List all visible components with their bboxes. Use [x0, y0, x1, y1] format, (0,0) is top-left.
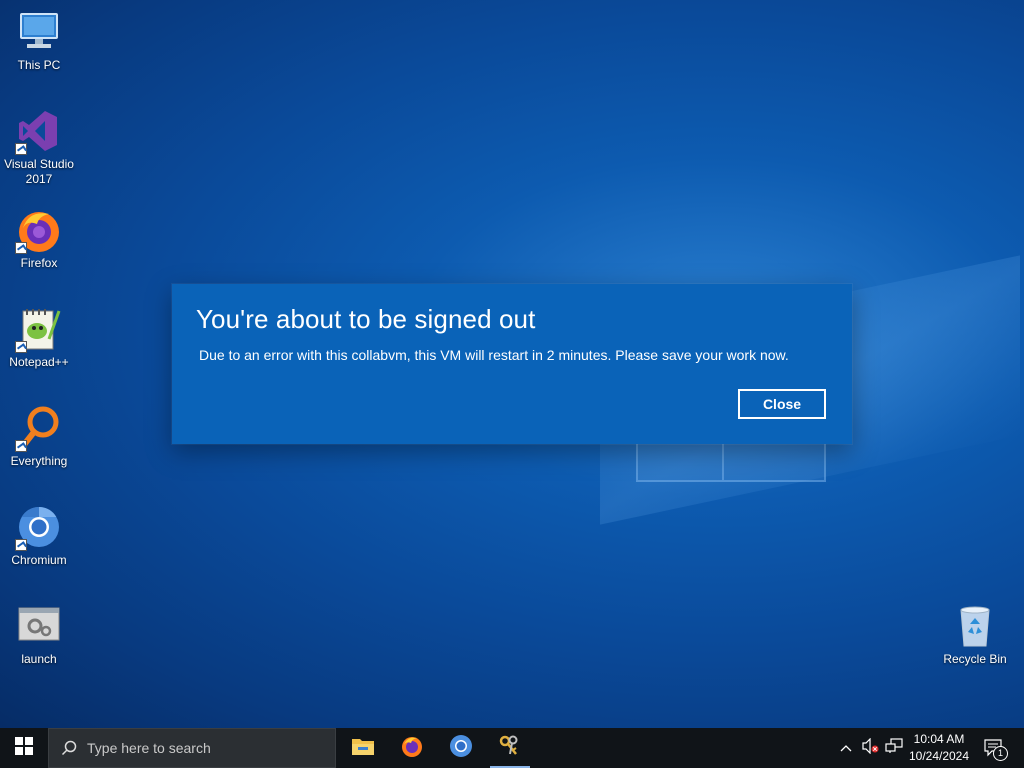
clock-time: 10:04 AM: [913, 732, 965, 746]
desktop-icon-chromium[interactable]: Chromium: [1, 503, 77, 568]
shortcut-arrow-icon: [15, 539, 27, 551]
taskbar-clock[interactable]: 10:04 AM 10/24/2024: [904, 731, 974, 765]
notepad-plus-plus-icon: [15, 305, 63, 353]
notification-count-badge: 1: [993, 746, 1008, 761]
file-explorer-icon: [351, 735, 375, 762]
sign-out-dialog: You're about to be signed out Due to an …: [172, 284, 852, 444]
chromium-icon: [449, 734, 473, 763]
desktop-icon-this-pc[interactable]: This PC: [1, 8, 77, 73]
volume-button[interactable]: [858, 728, 882, 768]
this-pc-icon: [15, 8, 63, 56]
search-icon: [61, 740, 77, 756]
shortcut-arrow-icon: [15, 341, 27, 353]
desktop-icon-label: launch: [21, 652, 57, 666]
desktop: This PC Visual Studio 2017 Firefox Notep…: [0, 0, 1024, 728]
search-placeholder: Type here to search: [87, 740, 211, 756]
windows-logo-icon: [15, 736, 33, 760]
desktop-icon-everything[interactable]: Everything: [1, 404, 77, 469]
taskbar: Type here to search 10:04 AM 10/24/2024 …: [0, 728, 1024, 768]
desktop-icon-label: Everything: [10, 454, 68, 468]
taskbar-app-chromium[interactable]: [437, 728, 485, 768]
shortcut-arrow-icon: [15, 143, 27, 155]
everything-search-icon: [15, 404, 63, 452]
desktop-icon-firefox[interactable]: Firefox: [1, 206, 77, 271]
recycle-bin-icon: [951, 602, 999, 650]
desktop-icon-label: Visual Studio 2017: [4, 157, 74, 186]
taskbar-app-file-explorer[interactable]: [339, 728, 387, 768]
chromium-icon: [15, 503, 63, 551]
volume-muted-icon: [861, 737, 879, 759]
action-center-button[interactable]: 1: [980, 728, 1008, 768]
shortcut-arrow-icon: [15, 440, 27, 452]
network-icon: [885, 737, 903, 759]
keys-icon: [498, 734, 522, 763]
notification-icon: 1: [984, 739, 1008, 761]
shortcut-arrow-icon: [15, 242, 27, 254]
show-hidden-icons-button[interactable]: [836, 728, 856, 768]
desktop-icon-launch[interactable]: launch: [1, 602, 77, 667]
close-button[interactable]: Close: [738, 389, 826, 419]
desktop-icon-visual-studio[interactable]: Visual Studio 2017: [1, 107, 77, 187]
desktop-icon-notepad-plus-plus[interactable]: Notepad++: [1, 305, 77, 370]
desktop-icon-label: Chromium: [11, 553, 67, 567]
chevron-up-icon: [840, 739, 852, 757]
firefox-icon: [400, 734, 424, 763]
desktop-icon-label: This PC: [17, 58, 61, 72]
desktop-icon-label: Recycle Bin: [943, 652, 1007, 666]
taskbar-search-box[interactable]: Type here to search: [48, 728, 336, 768]
network-button[interactable]: [882, 728, 906, 768]
start-button[interactable]: [0, 728, 48, 768]
visual-studio-icon: [15, 107, 63, 155]
desktop-icon-label: Notepad++: [9, 355, 69, 369]
launch-icon: [15, 602, 63, 650]
clock-date: 10/24/2024: [908, 749, 970, 763]
desktop-icon-recycle-bin[interactable]: Recycle Bin: [937, 602, 1013, 667]
desktop-icon-label: Firefox: [20, 256, 58, 270]
firefox-icon: [15, 206, 63, 254]
taskbar-app-firefox[interactable]: [388, 728, 436, 768]
dialog-message: Due to an error with this collabvm, this…: [199, 347, 789, 363]
taskbar-app-keys[interactable]: [486, 728, 534, 768]
dialog-title: You're about to be signed out: [196, 304, 536, 334]
